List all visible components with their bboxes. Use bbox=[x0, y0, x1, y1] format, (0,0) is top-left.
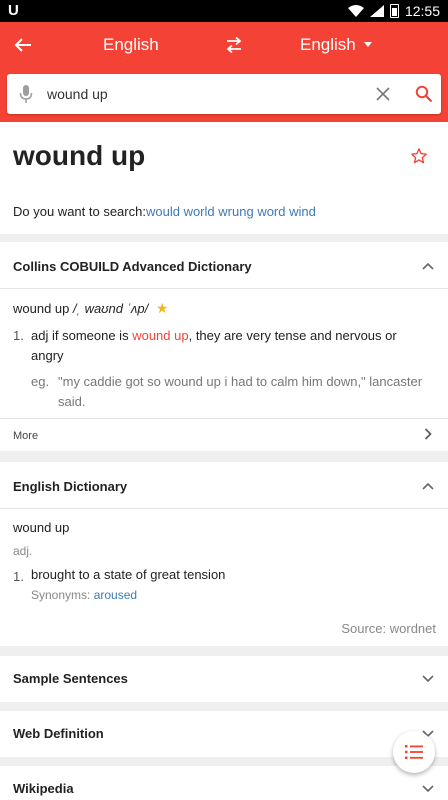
language-bar: English English bbox=[0, 22, 448, 68]
source-language-selector[interactable]: English bbox=[103, 35, 159, 55]
sense-number: 1. bbox=[13, 569, 24, 584]
sense-pos: adj bbox=[31, 328, 49, 343]
chevron-up-icon[interactable] bbox=[422, 482, 434, 490]
suggest-prefix: Do you want to search: bbox=[13, 204, 146, 219]
swap-icon[interactable] bbox=[224, 36, 244, 54]
entry-headword: wound up bbox=[13, 520, 70, 535]
back-arrow-icon[interactable] bbox=[12, 34, 34, 56]
search-input[interactable] bbox=[47, 82, 367, 106]
sample-sentences-section[interactable]: Sample Sentences bbox=[0, 656, 448, 702]
did-you-mean: Do you want to search:would world wrung … bbox=[13, 204, 316, 219]
card-title[interactable]: English Dictionary bbox=[13, 479, 127, 494]
sense-number: 1. bbox=[13, 328, 24, 343]
part-of-speech: adj. bbox=[13, 544, 33, 558]
synonyms: Synonyms: aroused bbox=[31, 588, 137, 602]
chevron-down-icon[interactable] bbox=[422, 675, 434, 683]
list-fab-button[interactable] bbox=[393, 731, 435, 773]
example-sentence: "my caddie got so wound up i had to calm… bbox=[58, 374, 423, 409]
divider bbox=[0, 508, 448, 509]
suggestion-link[interactable]: would bbox=[146, 204, 180, 219]
section-title: Sample Sentences bbox=[13, 671, 128, 686]
entry-headword: wound up bbox=[13, 301, 70, 316]
star-outline-icon[interactable] bbox=[410, 147, 428, 165]
sense-definition: brought to a state of great tension bbox=[31, 567, 226, 582]
suggestion-link[interactable]: word bbox=[257, 204, 285, 219]
example-label: eg. bbox=[31, 374, 50, 389]
target-language-selector[interactable]: English bbox=[300, 35, 356, 55]
mic-icon[interactable] bbox=[19, 84, 33, 104]
star-filled-icon: ★ bbox=[155, 300, 169, 316]
suggestion-link[interactable]: wind bbox=[289, 204, 316, 219]
chevron-right-icon[interactable] bbox=[424, 428, 432, 440]
search-bar bbox=[7, 74, 441, 114]
synonym-link[interactable]: aroused bbox=[94, 588, 137, 602]
page-title: wound up bbox=[13, 140, 146, 171]
sense-definition: adj if someone is wound up, they are ver… bbox=[31, 326, 431, 366]
wifi-icon bbox=[347, 5, 364, 17]
chevron-up-icon[interactable] bbox=[422, 262, 434, 270]
clear-icon[interactable] bbox=[375, 86, 391, 102]
suggestion-link[interactable]: wrung bbox=[218, 204, 253, 219]
headword-card: wound up Do you want to search:would wor… bbox=[0, 122, 448, 234]
chevron-down-icon[interactable] bbox=[422, 785, 434, 793]
sense-text: if someone is bbox=[51, 328, 129, 343]
collins-dictionary-card: Collins COBUILD Advanced Dictionary woun… bbox=[0, 242, 448, 451]
card-title[interactable]: Collins COBUILD Advanced Dictionary bbox=[13, 259, 252, 274]
section-title: Wikipedia bbox=[13, 781, 74, 796]
section-title: Web Definition bbox=[13, 726, 104, 741]
wikipedia-section[interactable]: Wikipedia bbox=[0, 766, 448, 800]
web-definition-section[interactable]: Web Definition bbox=[0, 711, 448, 757]
entry-word: wound up /ˌ waʊnd ˈʌp/ ★ bbox=[13, 300, 168, 317]
source-label: Source: wordnet bbox=[341, 621, 436, 636]
clock: 12:55 bbox=[404, 3, 440, 19]
search-icon[interactable] bbox=[415, 85, 433, 103]
divider bbox=[0, 418, 448, 419]
synonyms-label: Synonyms: bbox=[31, 588, 91, 602]
divider bbox=[0, 288, 448, 289]
signal-icon bbox=[369, 5, 384, 17]
status-bar: U 12:55 bbox=[0, 0, 448, 22]
more-link[interactable]: More bbox=[13, 430, 38, 442]
app-notification-icon: U bbox=[8, 2, 19, 19]
chevron-down-icon[interactable] bbox=[364, 42, 372, 47]
list-icon bbox=[405, 745, 423, 759]
sense-highlight: wound up bbox=[132, 328, 189, 343]
app-header: English English bbox=[0, 22, 448, 122]
battery-icon bbox=[389, 4, 399, 18]
pronunciation[interactable]: /ˌ waʊnd ˈʌp/ bbox=[73, 301, 148, 316]
english-dictionary-card: English Dictionary wound up adj. 1. brou… bbox=[0, 462, 448, 646]
suggestion-link[interactable]: world bbox=[184, 204, 215, 219]
